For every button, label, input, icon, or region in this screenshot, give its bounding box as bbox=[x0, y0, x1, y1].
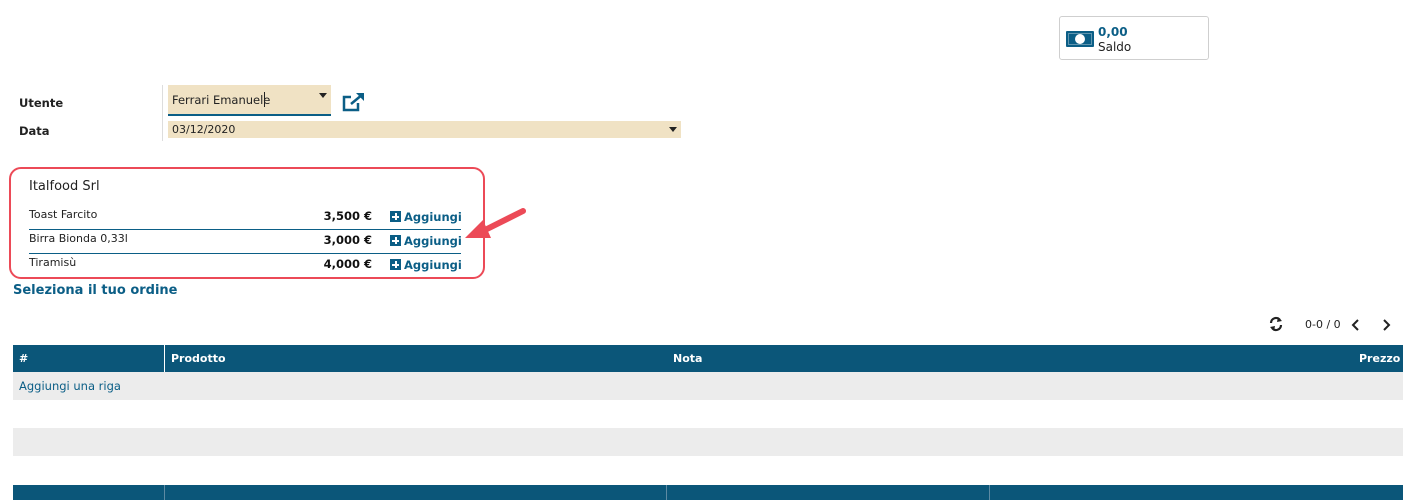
saldo-button[interactable]: 0,00 Saldo bbox=[1059, 16, 1209, 60]
product-price: 3,500 € bbox=[323, 209, 372, 223]
order-section-title: Seleziona il tuo ordine bbox=[13, 283, 178, 298]
form-divider bbox=[162, 85, 163, 141]
column-price[interactable]: Prezzo bbox=[1359, 352, 1400, 365]
add-label: Aggiungi bbox=[404, 209, 462, 224]
table-row: Aggiungi una riga bbox=[13, 372, 1403, 400]
plus-square-icon bbox=[390, 211, 401, 222]
chevron-down-icon[interactable] bbox=[319, 93, 327, 98]
add-product-button[interactable]: Aggiungi bbox=[390, 257, 462, 272]
date-select-field[interactable]: 03/12/2020 bbox=[168, 121, 681, 138]
order-table-header: # Prodotto Nota Prezzo bbox=[13, 345, 1403, 372]
product-name: Toast Farcito bbox=[29, 208, 98, 221]
add-row-link[interactable]: Aggiungi una riga bbox=[19, 379, 121, 393]
saldo-label: Saldo bbox=[1098, 40, 1132, 54]
product-name: Tiramisù bbox=[29, 256, 77, 269]
product-row: Toast Farcito 3,500 € Aggiungi bbox=[29, 208, 462, 230]
table-row bbox=[13, 400, 1403, 428]
add-label: Aggiungi bbox=[404, 233, 462, 248]
money-bill-icon bbox=[1066, 31, 1094, 47]
product-price: 3,000 € bbox=[323, 233, 372, 247]
footer-divider bbox=[666, 485, 667, 500]
app-root: 0,00 Saldo Utente Data Ferrari Emanuele … bbox=[0, 0, 1417, 500]
chevron-left-icon[interactable] bbox=[1349, 317, 1363, 333]
plus-square-icon bbox=[390, 235, 401, 246]
pager-counter: 0-0 / 0 bbox=[1305, 318, 1341, 331]
column-product[interactable]: Prodotto bbox=[171, 352, 226, 365]
vendor-name: Italfood Srl bbox=[29, 179, 100, 194]
column-number[interactable]: # bbox=[19, 352, 28, 365]
saldo-value: 0,00 bbox=[1098, 25, 1128, 39]
user-select-field[interactable]: Ferrari Emanuele bbox=[168, 85, 331, 116]
column-divider bbox=[164, 345, 165, 372]
column-note[interactable]: Nota bbox=[673, 352, 702, 365]
external-link-icon[interactable] bbox=[342, 92, 366, 112]
user-label: Utente bbox=[19, 96, 64, 110]
add-product-button[interactable]: Aggiungi bbox=[390, 209, 462, 224]
annotation-arrow-icon bbox=[465, 208, 526, 238]
product-row: Birra Bionda 0,33l 3,000 € Aggiungi bbox=[29, 232, 462, 254]
plus-square-icon bbox=[390, 259, 401, 270]
footer-divider bbox=[989, 485, 990, 500]
order-table-footer bbox=[13, 485, 1403, 500]
date-value: 03/12/2020 bbox=[172, 123, 236, 136]
text-caret bbox=[264, 92, 265, 107]
refresh-icon[interactable] bbox=[1268, 316, 1284, 332]
date-label: Data bbox=[19, 124, 50, 138]
product-name: Birra Bionda 0,33l bbox=[29, 232, 128, 245]
user-value: Ferrari Emanuele bbox=[172, 93, 271, 107]
footer-divider bbox=[164, 485, 165, 500]
add-product-button[interactable]: Aggiungi bbox=[390, 233, 462, 248]
chevron-right-icon[interactable] bbox=[1379, 317, 1393, 333]
table-row bbox=[13, 456, 1403, 484]
product-row: Tiramisù 4,000 € Aggiungi bbox=[29, 256, 462, 278]
product-price: 4,000 € bbox=[323, 257, 372, 271]
add-label: Aggiungi bbox=[404, 257, 462, 272]
chevron-down-icon[interactable] bbox=[669, 127, 677, 132]
table-row bbox=[13, 428, 1403, 456]
